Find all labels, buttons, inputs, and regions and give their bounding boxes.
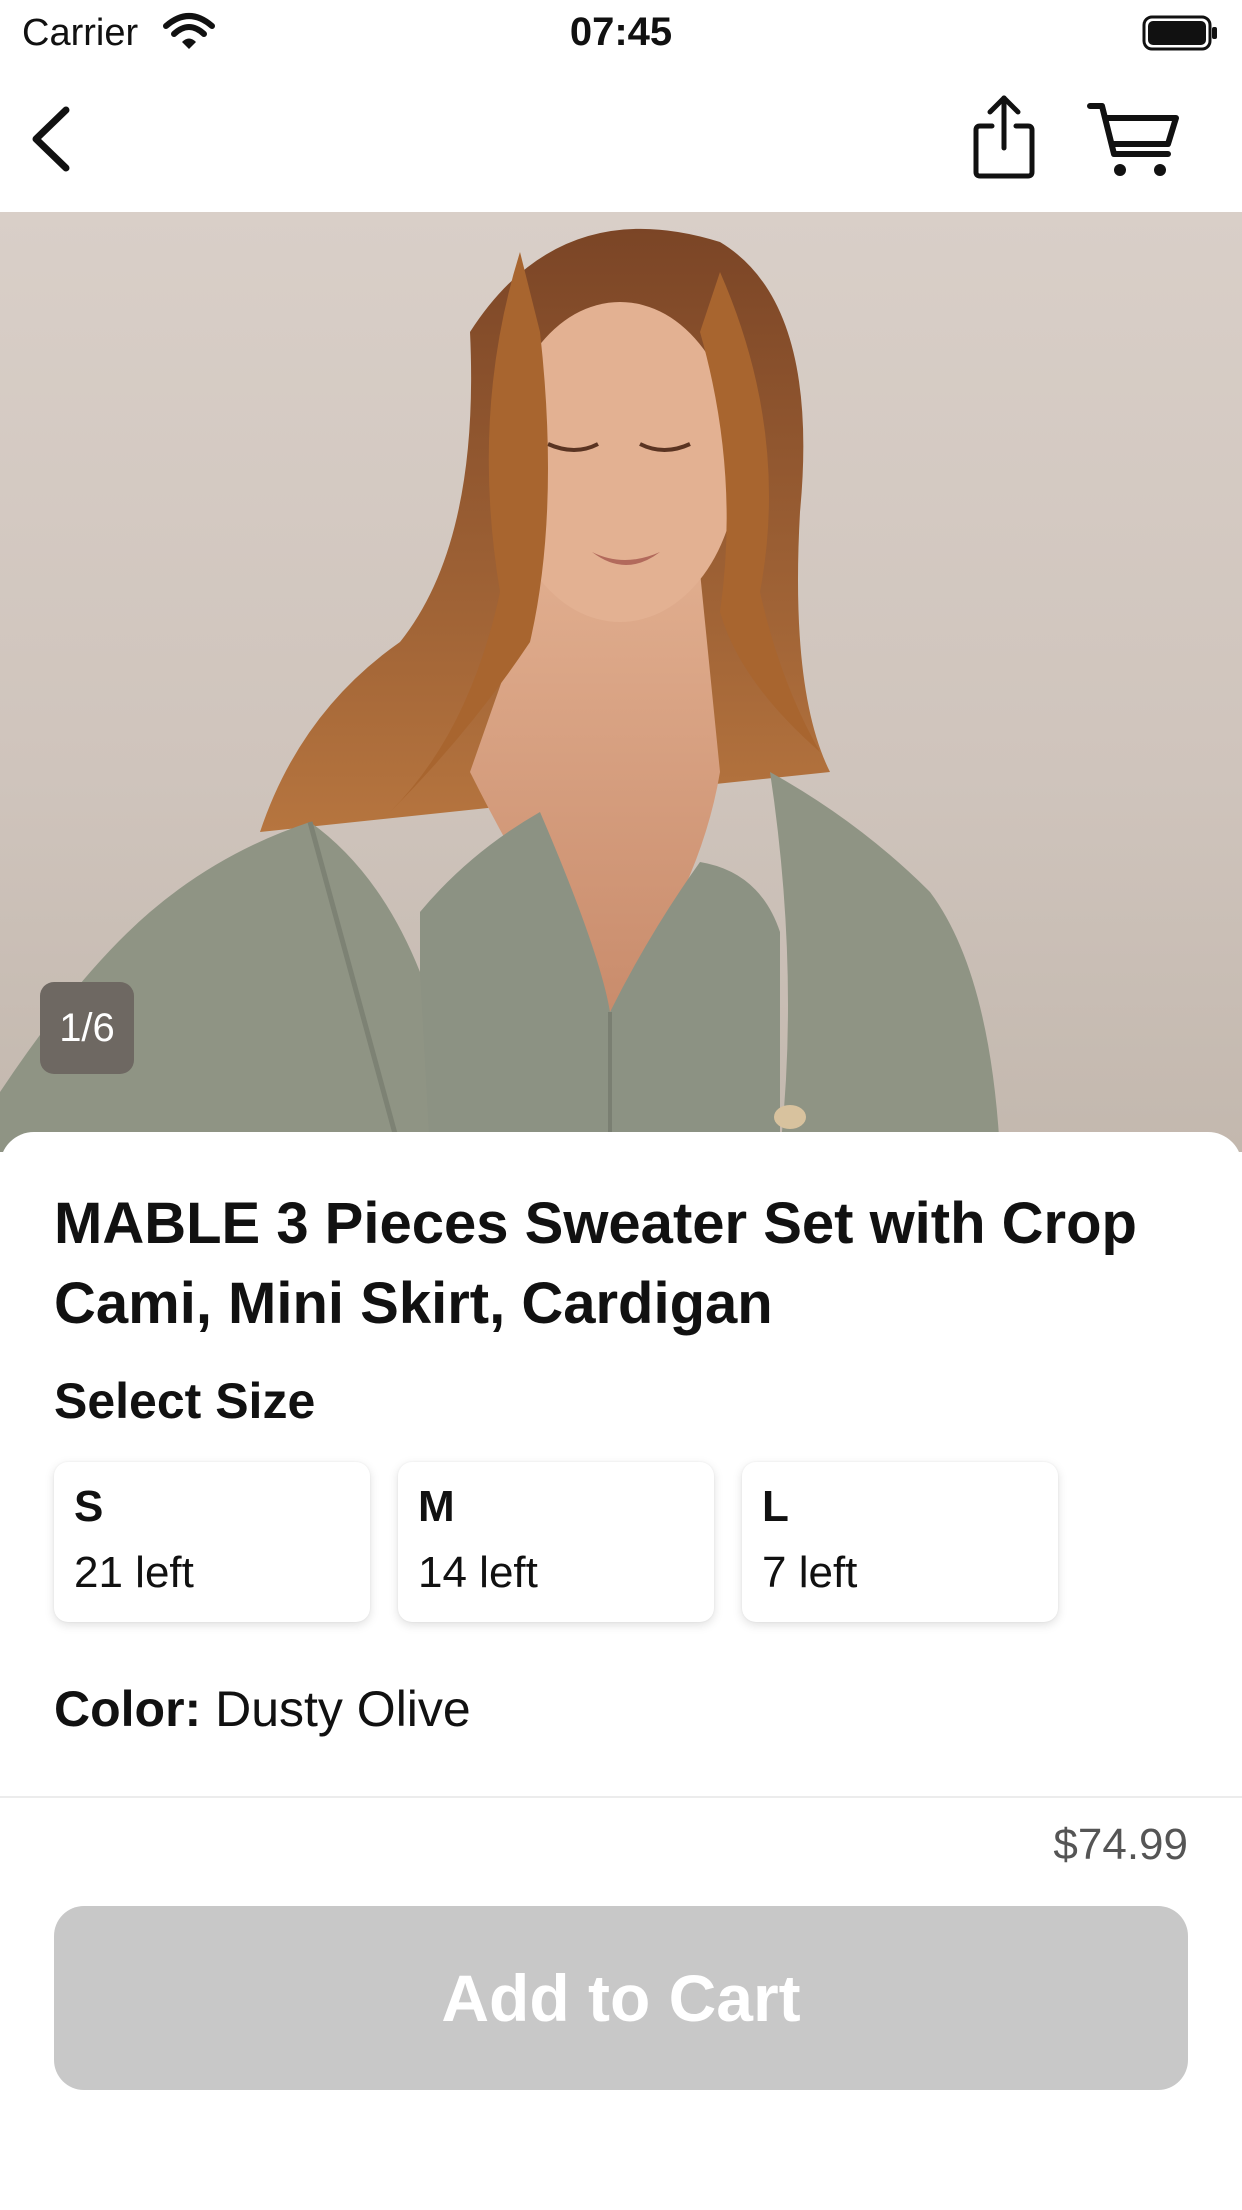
size-stock: 21 left [74,1548,194,1597]
cart-icon[interactable] [1086,98,1182,180]
add-to-cart-button[interactable]: Add to Cart [54,1906,1188,2090]
chevron-left-icon[interactable] [28,104,74,174]
size-option-s[interactable]: S 21 left [54,1462,370,1622]
nav-bar [0,66,1242,214]
select-size-label: Select Size [54,1373,316,1429]
size-option-l[interactable]: L 7 left [742,1462,1058,1622]
image-counter-badge: 1/6 [40,982,134,1074]
product-title: MABLE 3 Pieces Sweater Set with Crop Cam… [54,1191,1137,1336]
size-options: S 21 left M 14 left L 7 left [54,1462,1154,1622]
size-stock: 14 left [418,1548,538,1597]
size-stock: 7 left [762,1548,858,1597]
price-label: $74.99 [1053,1820,1188,1869]
color-value: Dusty Olive [215,1681,471,1737]
purchase-footer: $74.99 Add to Cart [0,1796,1242,2210]
share-icon[interactable] [970,92,1038,180]
size-name: S [74,1482,104,1531]
status-time: 07:45 [569,10,673,54]
status-bar: Carrier 07:45 [0,0,1242,66]
product-image-carousel[interactable]: 1/6 [0,212,1242,1152]
color-label: Color: [54,1681,202,1737]
battery-icon [1142,15,1217,51]
size-name: L [762,1482,789,1531]
product-photo [0,228,1000,1152]
color-info: Color: Dusty Olive [54,1680,471,1738]
size-option-m[interactable]: M 14 left [398,1462,714,1622]
size-name: M [418,1482,455,1531]
